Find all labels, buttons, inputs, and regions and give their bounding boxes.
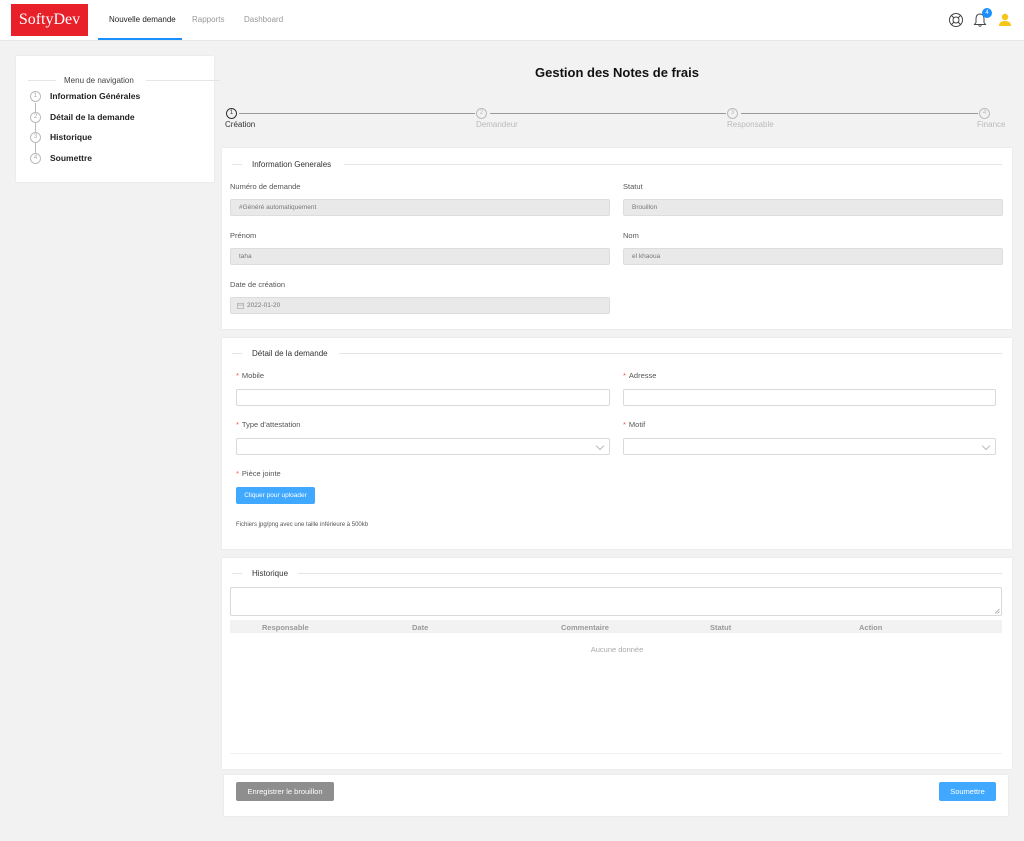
section-legend: Détail de la demande <box>252 349 328 358</box>
step-3-circle: 3 <box>727 108 738 119</box>
numero-field: #Généré automatiquement <box>230 199 610 216</box>
sidebar-item-label: Soumettre <box>50 153 93 163</box>
step-number: 3 <box>30 132 41 143</box>
column-header-statut: Statut <box>710 623 732 632</box>
section-legend: Information Generales <box>252 160 332 169</box>
commentaire-textarea[interactable] <box>230 587 1002 616</box>
divider <box>146 80 220 81</box>
top-header: SoftyDev Nouvelle demande Rapports Dashb… <box>0 0 1024 41</box>
step-2-label: Demandeur <box>476 120 518 129</box>
tab-nouvelle-demande[interactable]: Nouvelle demande <box>109 15 176 24</box>
mobile-input[interactable] <box>236 389 610 406</box>
step-number: 1 <box>30 91 41 102</box>
tab-rapports[interactable]: Rapports <box>192 15 224 24</box>
resize-handle-icon[interactable] <box>994 608 1000 614</box>
notification-badge: 4 <box>982 8 992 18</box>
divider <box>232 573 242 574</box>
chevron-down-icon <box>595 441 605 451</box>
prenom-field: taha <box>230 248 610 265</box>
sidebar-item-label: Historique <box>50 132 93 142</box>
step-1-circle: 1 <box>226 108 237 119</box>
date-value: 2022-01-20 <box>247 302 281 309</box>
column-header-action: Action <box>859 623 883 632</box>
calendar-icon <box>237 302 244 309</box>
step-number: 2 <box>30 112 41 123</box>
stepper-line <box>490 113 726 114</box>
column-header-date: Date <box>412 623 429 632</box>
softydev-logo[interactable]: SoftyDev <box>11 4 88 36</box>
nom-field: el khaoua <box>623 248 1003 265</box>
step-4-label: Finance <box>977 120 1006 129</box>
upload-hint: Fichiers jpg/png avec une taille inférie… <box>236 522 369 528</box>
step-1-label: Création <box>225 120 256 129</box>
navigation-menu: Menu de navigation 1 Information Général… <box>16 56 220 182</box>
divider <box>230 753 1002 754</box>
column-header-commentaire: Commentaire <box>561 623 609 632</box>
motif-select[interactable] <box>623 438 996 455</box>
sidebar-item-label: Information Générales <box>50 91 141 101</box>
step-2-circle: 2 <box>476 108 487 119</box>
step-number: 4 <box>30 153 41 164</box>
adresse-input[interactable] <box>623 389 996 406</box>
statut-label: Statut <box>623 182 643 191</box>
user-icon[interactable] <box>997 12 1013 28</box>
divider <box>232 164 242 165</box>
adresse-label: * Adresse <box>623 371 657 380</box>
active-tab-indicator <box>98 38 182 40</box>
statut-field: Brouillon <box>623 199 1003 216</box>
section-legend: Historique <box>252 569 289 578</box>
divider <box>298 573 1002 574</box>
date-creation-label: Date de création <box>230 280 286 289</box>
save-draft-button[interactable]: Enregistrer le brouillon <box>236 782 334 801</box>
divider <box>344 164 1002 165</box>
type-attestation-select[interactable] <box>236 438 610 455</box>
mobile-label: * Mobile <box>236 371 265 380</box>
prenom-label: Prénom <box>230 231 257 240</box>
step-4-circle: 4 <box>979 108 990 119</box>
action-footer: Enregistrer le brouillon Soumettre <box>224 775 1008 816</box>
chevron-down-icon <box>981 441 991 451</box>
history-table-header: Responsable Date Commentaire Statut Acti… <box>230 620 1002 633</box>
motif-label: * Motif <box>623 420 646 429</box>
sidebar-title: Menu de navigation <box>64 76 134 85</box>
page-title: Gestion des Notes de frais <box>535 65 699 80</box>
information-generales-section: Information Generales Numéro de demande … <box>222 148 1012 329</box>
detail-demande-section: Détail de la demande * Mobile * Adresse * T… <box>222 338 1012 549</box>
nom-label: Nom <box>623 231 639 240</box>
divider <box>28 80 56 81</box>
date-creation-field: 2022-01-20 <box>230 297 610 314</box>
sidebar-item-label: Détail de la demande <box>50 112 135 122</box>
submit-button[interactable]: Soumettre <box>939 782 996 801</box>
piece-jointe-label: * Pièce jointe <box>236 469 281 478</box>
type-attestation-label: * Type d'attestation <box>236 420 301 429</box>
column-header-responsable: Responsable <box>262 623 309 632</box>
divider <box>232 353 242 354</box>
tab-dashboard[interactable]: Dashboard <box>244 15 283 24</box>
divider <box>339 353 1002 354</box>
empty-table-message: Aucune donnée <box>590 645 644 654</box>
upload-button[interactable]: Cliquer pour uploader <box>236 487 315 504</box>
stepper-line <box>239 113 475 114</box>
help-lifebuoy-icon[interactable] <box>948 12 964 28</box>
stepper-line <box>741 113 978 114</box>
historique-section: Historique Responsable Date Commentaire … <box>222 558 1012 769</box>
numero-label: Numéro de demande <box>230 182 301 191</box>
step-3-label: Responsable <box>727 120 774 129</box>
